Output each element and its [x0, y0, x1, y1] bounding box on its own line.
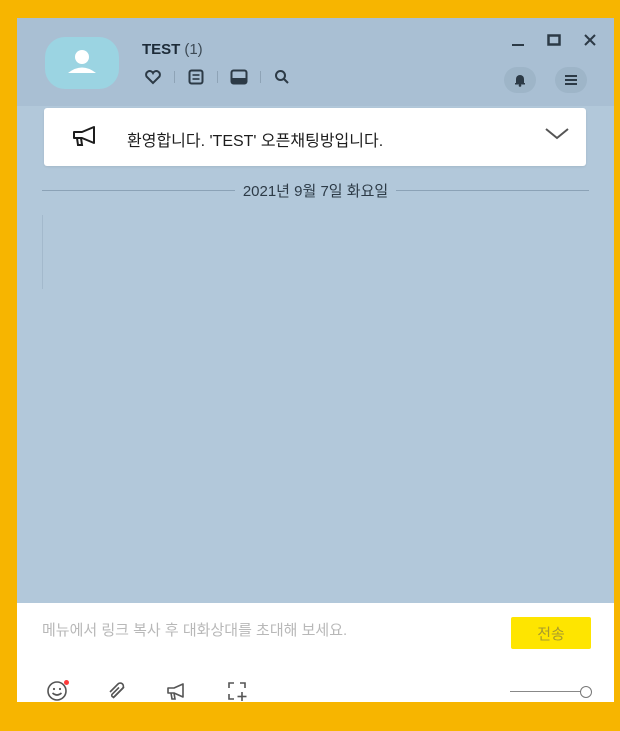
minimize-icon[interactable]: [508, 30, 528, 50]
emoticon-icon[interactable]: [39, 679, 75, 702]
send-button[interactable]: 전송: [511, 617, 591, 649]
heart-icon[interactable]: [142, 66, 164, 88]
separator: [217, 71, 218, 83]
notes-icon[interactable]: [185, 66, 207, 88]
slider-track: [510, 691, 584, 692]
date-divider: 2021년 9월 7일 화요일: [42, 183, 589, 200]
chat-header: TEST (1): [17, 18, 614, 106]
notice-banner[interactable]: 환영합니다. 'TEST' 오픈채팅방입니다.: [44, 108, 586, 166]
close-icon[interactable]: [580, 30, 600, 50]
chevron-down-icon[interactable]: [544, 126, 570, 147]
slider-knob[interactable]: [580, 686, 592, 698]
maximize-icon[interactable]: [544, 30, 564, 50]
compose-area: 메뉴에서 링크 복사 후 대화상대를 초대해 보세요. 전송: [17, 603, 614, 702]
new-badge: [64, 680, 69, 685]
date-divider-label: 2021년 9월 7일 화요일: [42, 180, 589, 201]
capture-icon[interactable]: [219, 679, 255, 702]
profile-avatar[interactable]: [45, 37, 119, 89]
album-icon[interactable]: [228, 66, 250, 88]
bell-icon[interactable]: [504, 67, 536, 93]
megaphone-icon: [68, 124, 102, 153]
transparency-slider[interactable]: [510, 685, 596, 699]
chat-title-text: TEST: [142, 41, 181, 58]
message-input[interactable]: 메뉴에서 링크 복사 후 대화상대를 초대해 보세요.: [42, 619, 347, 640]
menu-icon[interactable]: [555, 67, 587, 93]
announce-icon[interactable]: [159, 679, 195, 702]
chat-title: TEST (1): [142, 41, 203, 58]
notice-text: 환영합니다. 'TEST' 오픈채팅방입니다.: [127, 133, 384, 150]
window-controls: [508, 30, 600, 50]
header-icon-bar: [142, 66, 293, 88]
member-count: (1): [184, 41, 203, 58]
chat-window: TEST (1) 환영합니다. 'TEST' 오픈채팅방입니다. 2021년 9…: [17, 18, 614, 702]
search-icon[interactable]: [271, 66, 293, 88]
separator: [174, 71, 175, 83]
compose-toolbar: [39, 679, 255, 702]
message-area-marker: [42, 215, 43, 289]
separator: [260, 71, 261, 83]
attach-icon[interactable]: [99, 679, 135, 702]
date-text: 2021년 9월 7일 화요일: [234, 183, 397, 200]
